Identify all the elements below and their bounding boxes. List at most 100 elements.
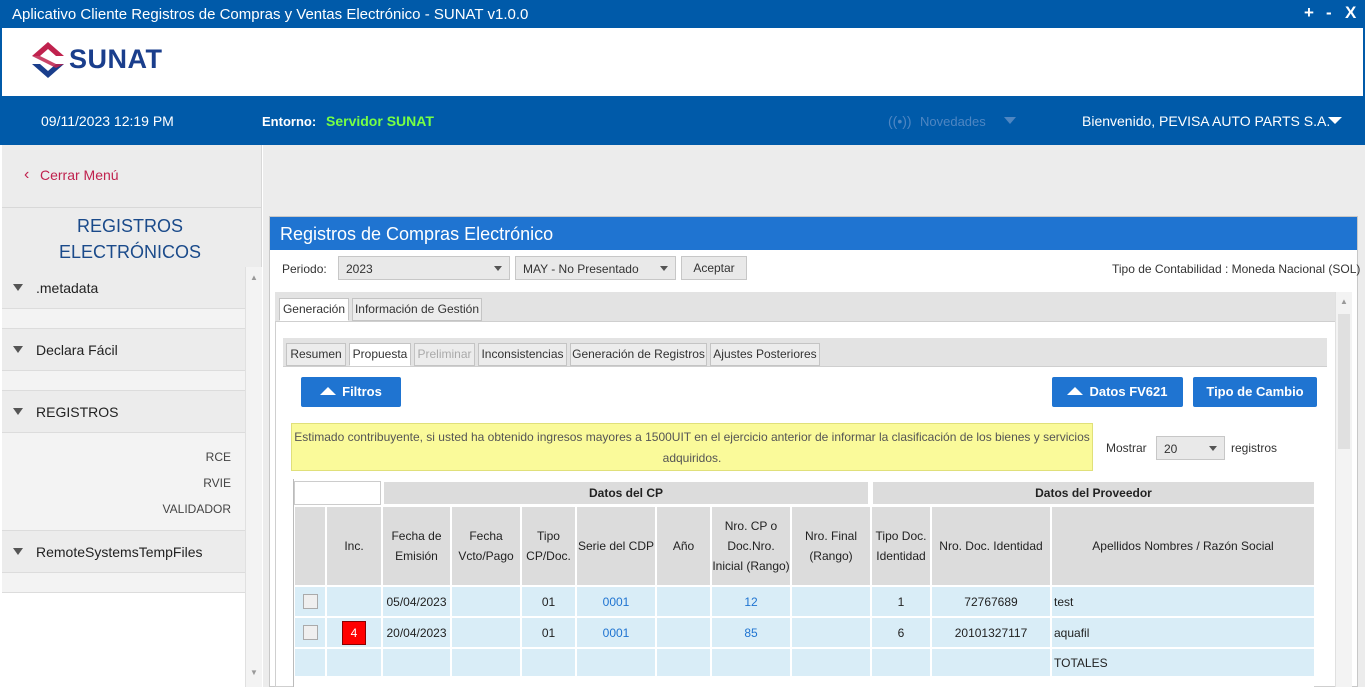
filtros-button[interactable]: Filtros (301, 377, 401, 407)
table-cell: aquafil (1051, 617, 1315, 648)
maximize-button[interactable]: + (1304, 3, 1314, 23)
table-cell: 20/04/2023 (382, 617, 451, 648)
accounting-type: Tipo de Contabilidad : Moneda Nacional (… (1112, 262, 1361, 276)
periodo-label: Periodo: (282, 262, 327, 276)
tipo-cambio-button[interactable]: Tipo de Cambio (1193, 377, 1317, 407)
totals-cell (521, 648, 576, 677)
header-tipo-cp: Tipo CP/Doc. (521, 506, 576, 586)
nro-cp-link[interactable]: 12 (711, 586, 791, 617)
sidebar-section-body: RCE RVIE VALIDADOR (2, 433, 245, 531)
chevron-left-icon: ‹ (24, 166, 30, 183)
group-datos-cp: Datos del CP (383, 481, 869, 505)
close-menu-button[interactable]: ‹ Cerrar Menú (2, 145, 262, 208)
tab-preliminar: Preliminar (414, 343, 475, 366)
totals-cell (451, 648, 521, 677)
year-select[interactable]: 2023 (338, 256, 510, 280)
sunat-logo-text: SUNAT (69, 44, 163, 74)
notice-box: Estimado contribuyente, si usted ha obte… (291, 423, 1093, 471)
header-nro-cp: Nro. CP o Doc.Nro. Inicial (Rango) (711, 506, 791, 586)
sidebar-scrollbar[interactable]: ▲ ▼ (245, 267, 262, 687)
broadcast-icon: ((•)) (888, 113, 912, 129)
user-menu-chevron-down-icon[interactable] (1328, 117, 1342, 124)
window-titlebar: Aplicativo Cliente Registros de Compras … (0, 0, 1365, 28)
table-cell: 6 (871, 617, 931, 648)
totals-cell (326, 648, 382, 677)
mostrar-label: Mostrar (1106, 441, 1147, 455)
sidebar-section-metadata[interactable]: .metadata (2, 267, 245, 309)
expand-caret-icon (13, 408, 23, 415)
scroll-down-icon[interactable]: ▼ (250, 668, 258, 677)
header-fecha-vcto: Fecha Vcto/Pago (451, 506, 521, 586)
table-cell: test (1051, 586, 1315, 617)
totals-cell (711, 648, 791, 677)
novedades-chevron-down-icon[interactable] (1004, 117, 1016, 124)
novedades-menu[interactable]: Novedades (920, 114, 986, 129)
tab-inconsistencias[interactable]: Inconsistencias (478, 343, 567, 366)
expand-caret-icon (13, 548, 23, 555)
chevron-down-icon (494, 266, 502, 271)
group-datos-proveedor: Datos del Proveedor (872, 481, 1315, 505)
tab-generacion[interactable]: Generación (279, 298, 349, 321)
tab-propuesta[interactable]: Propuesta (349, 343, 411, 366)
caret-up-icon (320, 387, 337, 395)
sidebar-item-rvie[interactable]: RVIE (203, 476, 231, 490)
env-value: Servidor SUNAT (326, 113, 434, 129)
header-nro-doc: Nro. Doc. Identidad (931, 506, 1051, 586)
tab-ajustes-posteriores[interactable]: Ajustes Posteriores (710, 343, 820, 366)
user-menu[interactable]: Bienvenido, PEVISA AUTO PARTS S.A. (1082, 113, 1330, 129)
totals-cell (656, 648, 711, 677)
page-size-value: 20 (1164, 442, 1178, 456)
panel-title: Registros de Compras Electrónico (280, 224, 554, 244)
sidebar-item-rce[interactable]: RCE (206, 450, 231, 464)
totals-cell (382, 648, 451, 677)
sidebar-section-registros[interactable]: REGISTROS (2, 391, 245, 433)
serie-link[interactable]: 0001 (576, 617, 656, 648)
chevron-down-icon (1209, 446, 1217, 451)
serie-link[interactable]: 0001 (576, 586, 656, 617)
compras-table: Datos del CP Datos del Proveedor Inc. Fe… (293, 479, 1315, 687)
caret-up-icon (1067, 387, 1084, 395)
datetime-text: 09/11/2023 12:19 PM (41, 113, 174, 129)
env-label: Entorno: (262, 114, 317, 129)
sidebar-section-remotesystems[interactable]: RemoteSystemsTempFiles (2, 531, 245, 573)
totals-cell (791, 648, 871, 677)
header-razon-social: Apellidos Nombres / Razón Social (1051, 506, 1315, 586)
section-label: Declara Fácil (36, 342, 118, 358)
tab-informacion-gestion[interactable]: Información de Gestión (352, 298, 482, 321)
table-cell (656, 617, 711, 648)
sub-tabs: Resumen Propuesta Preliminar Inconsisten… (283, 338, 1327, 367)
month-select[interactable]: MAY - No Presentado (515, 256, 676, 280)
tab-generacion-registros[interactable]: Generación de Registros (570, 343, 707, 366)
section-label: REGISTROS (36, 404, 119, 420)
table-cell: 01 (521, 586, 576, 617)
accept-button[interactable]: Aceptar (681, 256, 747, 280)
sidebar-item-validador[interactable]: VALIDADOR (163, 502, 231, 516)
scroll-up-icon[interactable]: ▲ (1340, 297, 1348, 306)
registros-label: registros (1231, 441, 1278, 455)
table-cell: 4 (326, 617, 382, 648)
tab-resumen[interactable]: Resumen (286, 343, 346, 366)
close-window-button[interactable]: X (1345, 3, 1356, 23)
panel-header: Registros de Compras Electrónico (270, 217, 1357, 250)
datos-fv621-button[interactable]: Datos FV621 (1052, 377, 1183, 407)
nro-cp-link[interactable]: 85 (711, 617, 791, 648)
month-value: MAY - No Presentado (523, 262, 639, 276)
minimize-button[interactable]: - (1326, 3, 1332, 23)
sidebar-section-declara-facil[interactable]: Declara Fácil (2, 329, 245, 371)
table-cell (326, 586, 382, 617)
scroll-up-icon[interactable]: ▲ (250, 273, 258, 282)
inconsistency-badge[interactable]: 4 (342, 620, 366, 645)
content-scrollbar[interactable]: ▲ (1335, 292, 1352, 687)
notice-line2: adquiridos. (662, 451, 722, 465)
scroll-thumb[interactable] (1338, 314, 1350, 449)
logo-area: SUNAT (0, 28, 1365, 96)
datos-fv621-label: Datos FV621 (1089, 384, 1168, 399)
sidebar-title: REGISTROS ELECTRÓNICOS (2, 213, 258, 265)
row-checkbox[interactable] (302, 594, 318, 609)
header-tipo-doc: Tipo Doc. Identidad (871, 506, 931, 586)
row-checkbox[interactable] (302, 625, 318, 640)
main-tabs: Generación Información de Gestión (275, 292, 1337, 322)
section-label: .metadata (36, 280, 99, 296)
page-size-select[interactable]: 20 (1156, 436, 1225, 460)
sidebar-section-body (2, 309, 245, 329)
